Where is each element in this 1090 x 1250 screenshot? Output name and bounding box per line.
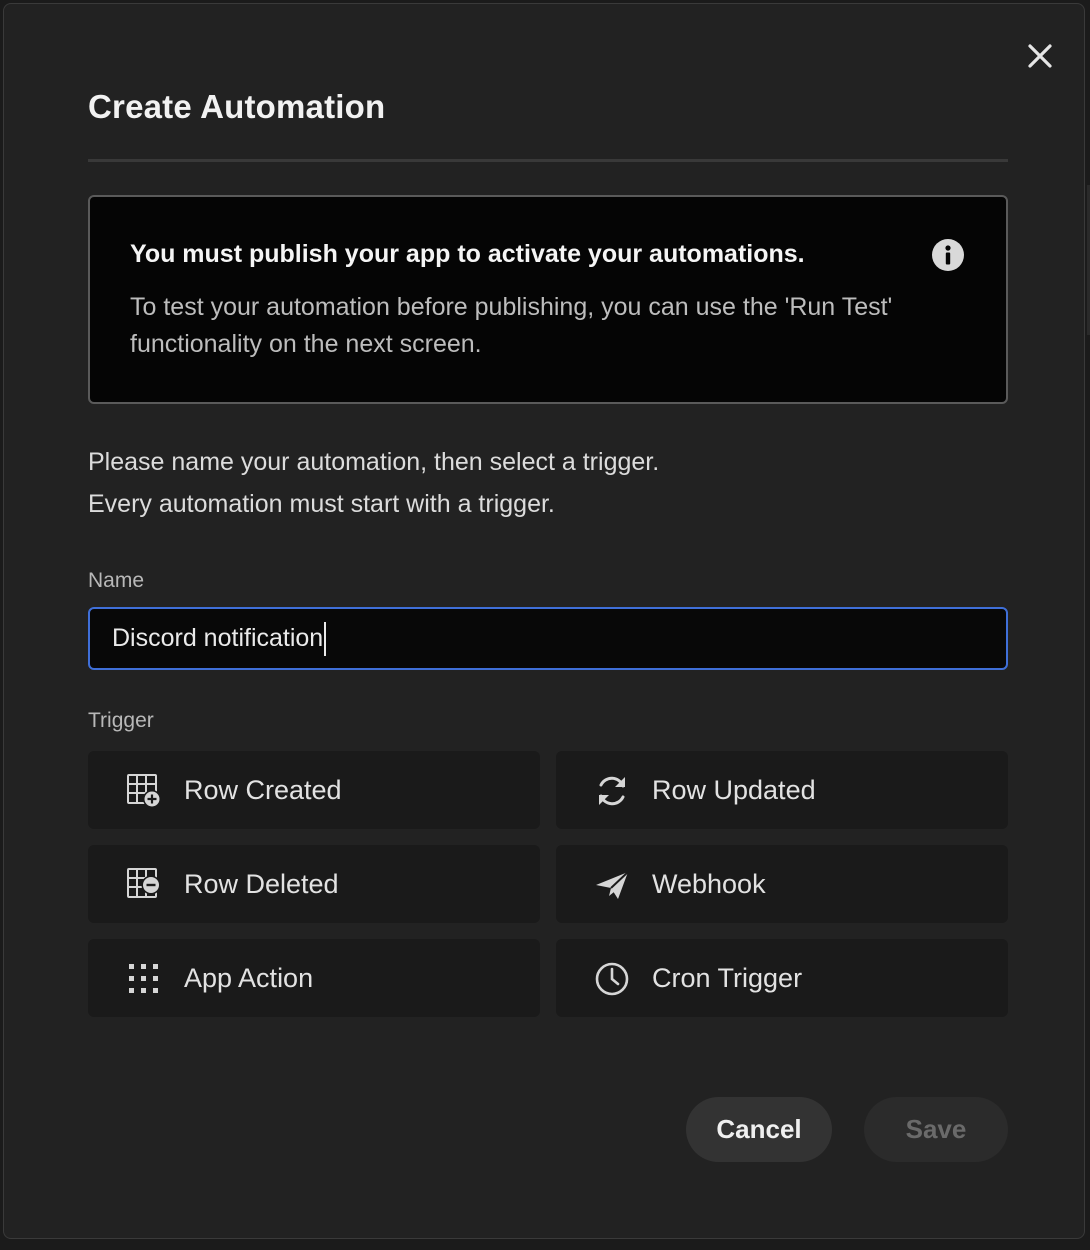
title-divider (88, 159, 1008, 162)
trigger-label-row-created: Row Created (184, 775, 342, 805)
notice-body-line2: functionality on the next screen. (130, 330, 482, 358)
save-button[interactable]: Save (864, 1097, 1008, 1162)
send-icon (596, 871, 629, 899)
trigger-label-webhook: Webhook (652, 869, 766, 899)
trigger-label-app-action: App Action (184, 963, 314, 993)
cancel-button[interactable]: Cancel (686, 1097, 832, 1162)
trigger-label-row-updated: Row Updated (652, 775, 816, 805)
trigger-label-cron: Cron Trigger (652, 963, 803, 993)
refresh-icon (599, 776, 625, 806)
trigger-webhook[interactable]: Webhook (556, 845, 1008, 923)
row-deleted-icon (127, 868, 161, 898)
trigger-label-row-deleted: Row Deleted (184, 869, 339, 899)
name-input-value: Discord notification (112, 624, 324, 652)
info-icon (932, 239, 964, 271)
intro-line2: Every automation must start with a trigg… (88, 490, 555, 518)
row-created-icon (127, 774, 161, 808)
dialog-title: Create Automation (88, 88, 386, 125)
trigger-row-created[interactable]: Row Created (88, 751, 540, 829)
intro-line1: Please name your automation, then select… (88, 448, 660, 476)
trigger-app-action[interactable]: App Action (88, 939, 540, 1017)
close-button[interactable] (1018, 34, 1062, 78)
intro-text: Please name your automation, then select… (88, 441, 659, 525)
close-icon (1028, 44, 1052, 68)
notice-body: To test your automation before publishin… (130, 289, 930, 363)
grid-dots-icon (129, 964, 158, 993)
clock-icon (595, 962, 629, 996)
trigger-label: Trigger (88, 709, 154, 732)
trigger-row-deleted[interactable]: Row Deleted (88, 845, 540, 923)
text-caret (324, 621, 327, 656)
notice-body-line1: To test your automation before publishin… (130, 293, 893, 321)
trigger-row-updated[interactable]: Row Updated (556, 751, 1008, 829)
publish-notice: You must publish your app to activate yo… (88, 195, 1008, 404)
name-input[interactable]: Discord notification (88, 607, 1008, 670)
create-automation-dialog: Create Automation You must publish your … (3, 3, 1085, 1239)
trigger-cron[interactable]: Cron Trigger (556, 939, 1008, 1017)
name-label: Name (88, 569, 145, 592)
notice-title: You must publish your app to activate yo… (130, 240, 805, 268)
